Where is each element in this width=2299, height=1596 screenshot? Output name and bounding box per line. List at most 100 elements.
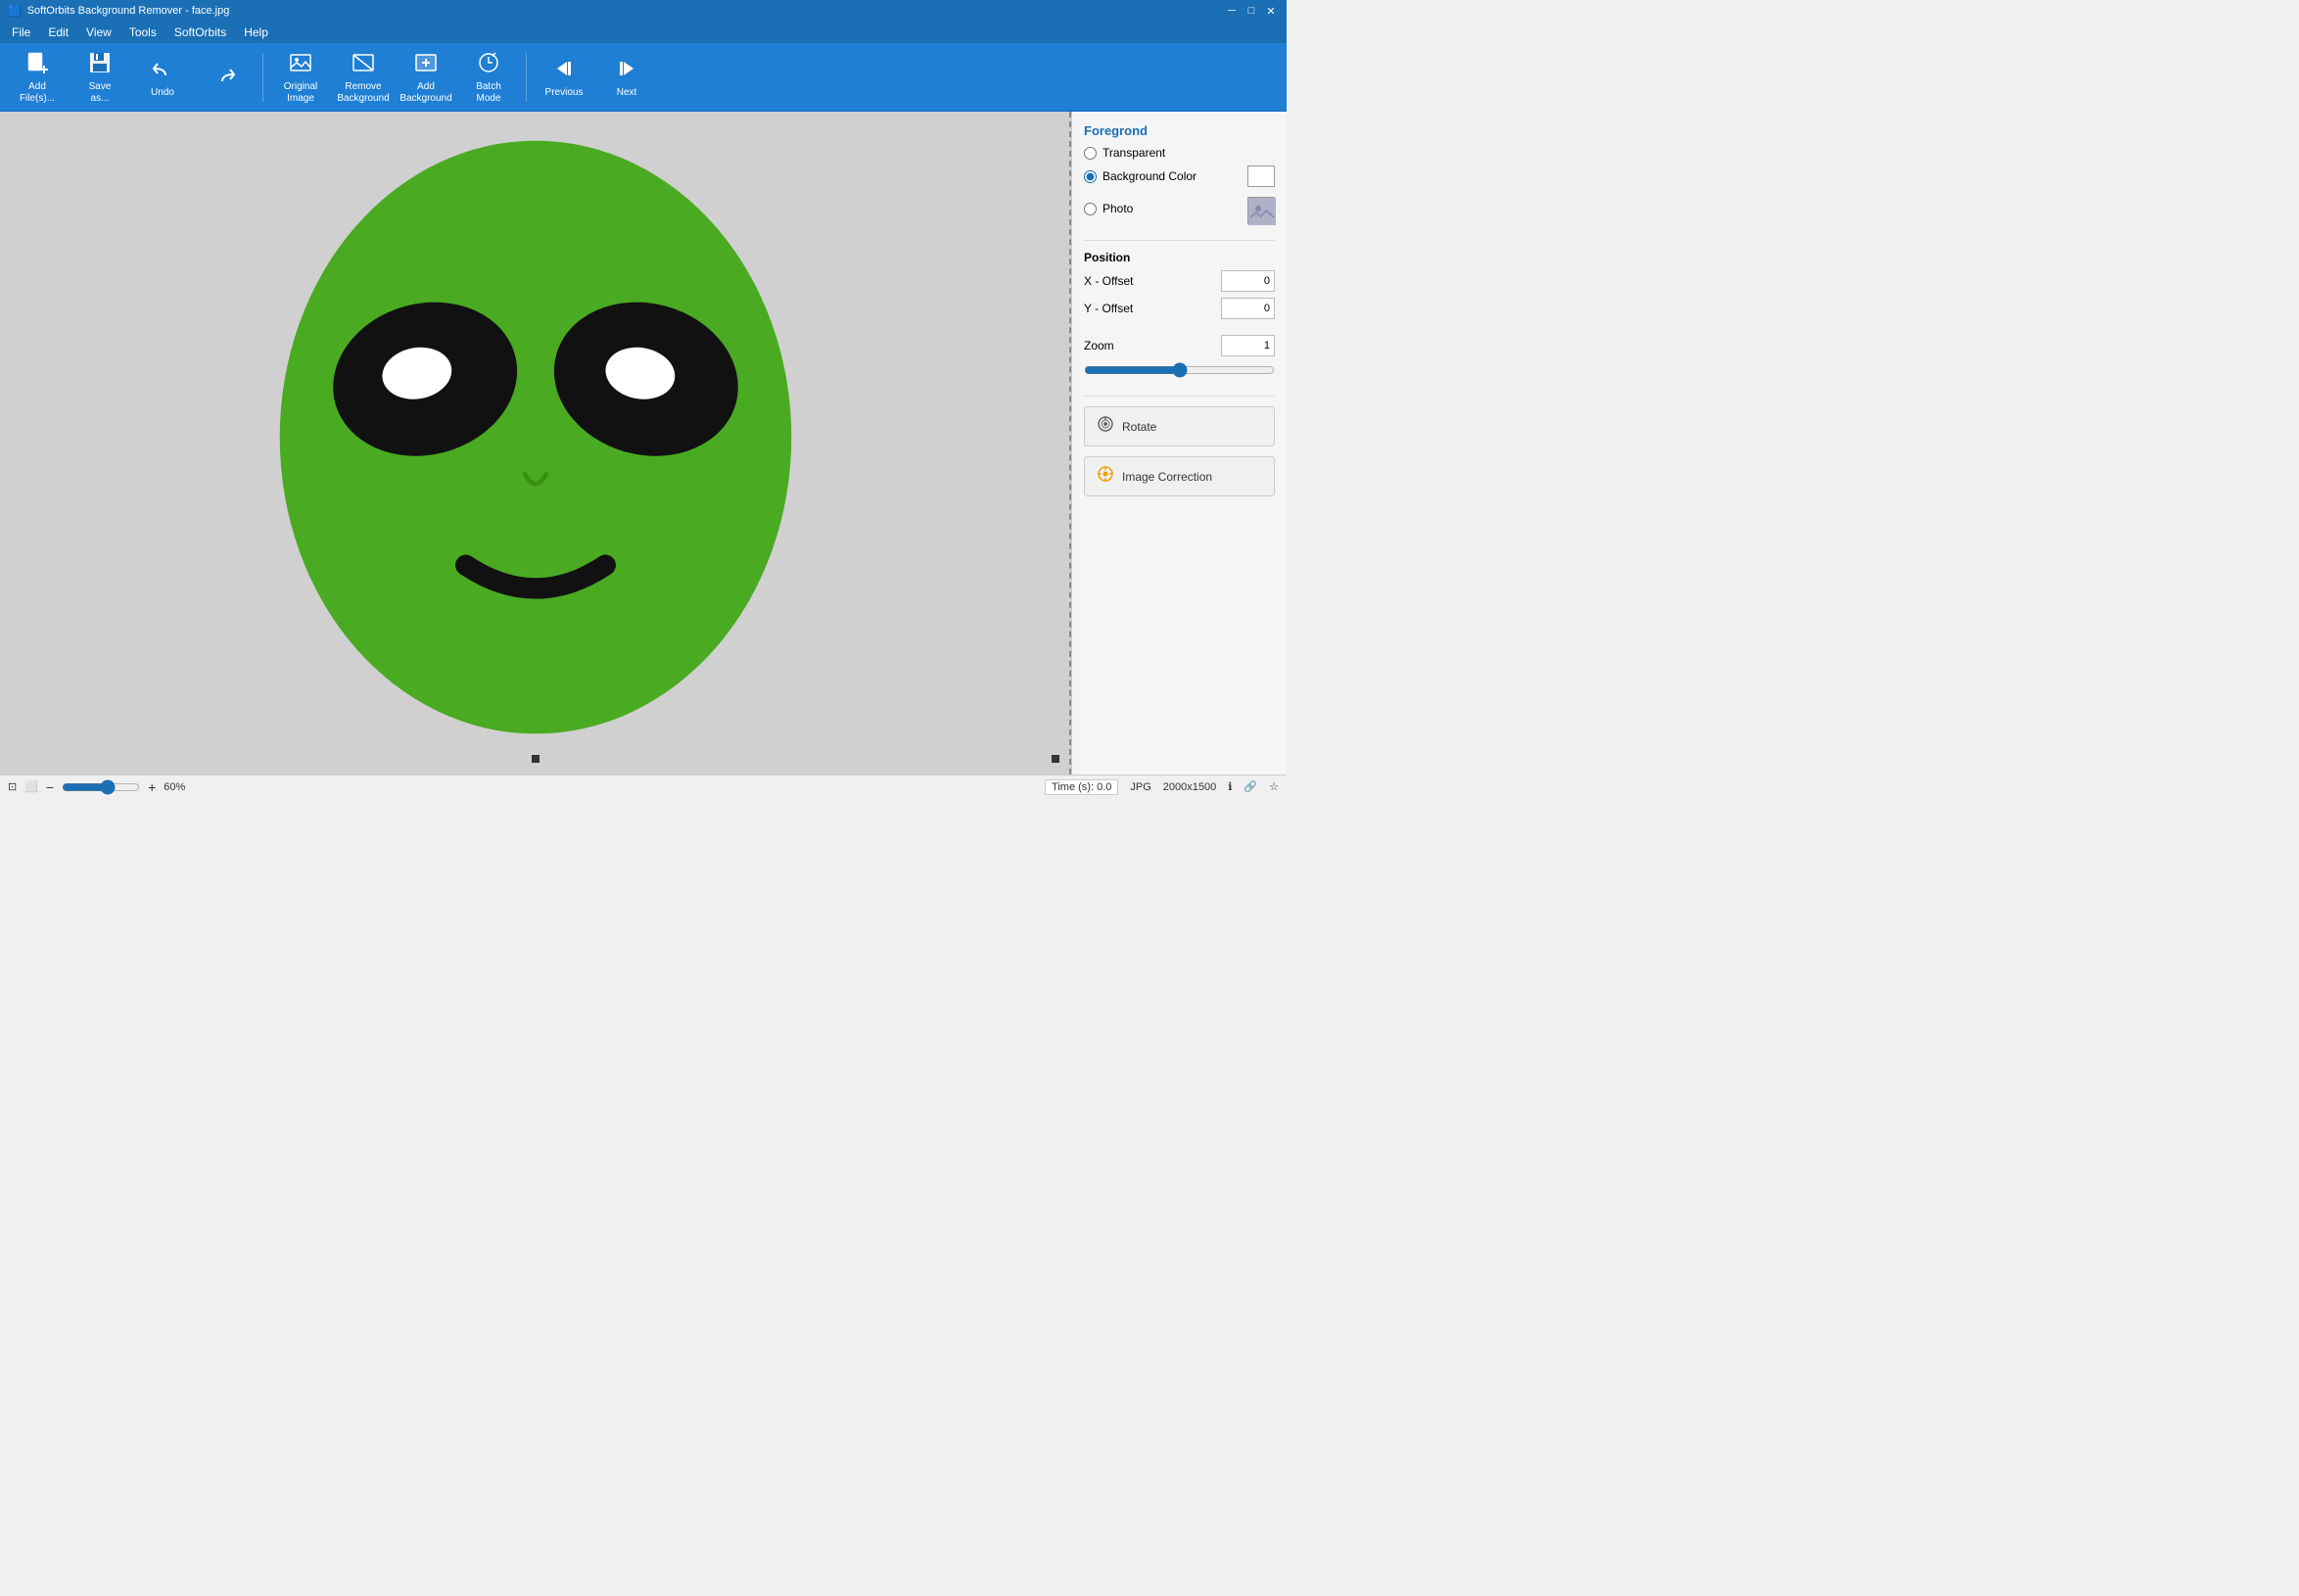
menu-softorbits[interactable]: SoftOrbits	[166, 23, 234, 41]
close-button[interactable]: ✕	[1263, 3, 1279, 19]
background-color-label: Background Color	[1103, 169, 1196, 183]
original-image-button[interactable]: OriginalImage	[271, 48, 330, 107]
y-offset-label: Y - Offset	[1084, 302, 1133, 315]
redo-button[interactable]	[196, 48, 255, 107]
save-icon	[87, 50, 113, 79]
toolbar: AddFile(s)... Saveas... Undo	[0, 43, 1287, 112]
menu-tools[interactable]: Tools	[121, 23, 164, 41]
statusbar-right: Time (s): 0.0 JPG 2000x1500 ℹ 🔗 ☆	[1045, 779, 1279, 795]
share-icon[interactable]: 🔗	[1243, 780, 1257, 793]
original-image-label: OriginalImage	[284, 81, 317, 105]
info-icon[interactable]: ℹ	[1228, 780, 1232, 793]
zoom-row: Zoom	[1084, 335, 1275, 356]
remove-background-label: RemoveBackground	[337, 81, 389, 105]
previous-label: Previous	[545, 87, 584, 99]
batch-mode-button[interactable]: BatchMode	[459, 48, 518, 107]
add-files-icon	[24, 50, 50, 79]
app-logo-icon: 🟦	[8, 5, 22, 18]
next-icon	[614, 56, 639, 85]
menu-edit[interactable]: Edit	[40, 23, 76, 41]
x-offset-label: X - Offset	[1084, 274, 1133, 288]
dimensions-display: 2000x1500	[1163, 781, 1216, 793]
save-as-label: Saveas...	[89, 81, 112, 105]
window-title: SoftOrbits Background Remover - face.jpg	[27, 5, 230, 17]
statusbar: ⊡ ⬜ − + 60% Time (s): 0.0 JPG 2000x1500 …	[0, 775, 1287, 798]
previous-button[interactable]: Previous	[535, 48, 593, 107]
remove-background-icon	[351, 50, 376, 79]
zoom-fit-icon[interactable]: ⊡	[8, 780, 17, 793]
zoom-label: Zoom	[1084, 339, 1114, 352]
minimize-button[interactable]: ─	[1224, 3, 1240, 19]
divider-1	[1084, 240, 1275, 241]
remove-background-button[interactable]: RemoveBackground	[334, 48, 393, 107]
x-offset-row: X - Offset	[1084, 270, 1275, 292]
undo-button[interactable]: Undo	[133, 48, 192, 107]
format-display: JPG	[1130, 781, 1150, 793]
separator-1	[262, 53, 263, 102]
color-preview[interactable]	[1247, 165, 1275, 187]
x-offset-input[interactable]	[1221, 270, 1275, 292]
zoom-slider-status[interactable]	[62, 779, 140, 795]
image-correction-label: Image Correction	[1122, 470, 1212, 484]
canvas-area[interactable]	[0, 112, 1071, 775]
next-label: Next	[617, 87, 637, 99]
save-as-button[interactable]: Saveas...	[70, 48, 129, 107]
background-color-row: Background Color	[1084, 165, 1275, 187]
photo-row: Photo	[1084, 193, 1275, 224]
zoom-in-icon[interactable]: +	[148, 779, 156, 795]
zoom-slider[interactable]	[1084, 362, 1275, 378]
batch-mode-label: BatchMode	[476, 81, 501, 105]
menubar: File Edit View Tools SoftOrbits Help	[0, 22, 1287, 43]
alien-image	[0, 112, 1071, 775]
rotate-label: Rotate	[1122, 420, 1156, 434]
bottom-handle[interactable]	[532, 755, 540, 763]
add-background-button[interactable]: AddBackground	[397, 48, 455, 107]
add-background-label: AddBackground	[399, 81, 451, 105]
undo-label: Undo	[151, 87, 174, 99]
position-title: Position	[1084, 251, 1275, 264]
y-offset-input[interactable]	[1221, 298, 1275, 319]
transparent-row: Transparent	[1084, 146, 1275, 160]
time-display: Time (s): 0.0	[1045, 779, 1118, 795]
maximize-button[interactable]: □	[1243, 3, 1259, 19]
add-files-label: AddFile(s)...	[20, 81, 55, 105]
zoom-input[interactable]	[1221, 335, 1275, 356]
zoom-out-icon[interactable]: −	[46, 779, 54, 795]
menu-view[interactable]: View	[78, 23, 119, 41]
menu-file[interactable]: File	[4, 23, 38, 41]
photo-radio[interactable]	[1084, 203, 1097, 215]
statusbar-left: ⊡ ⬜ − + 60%	[8, 779, 1037, 795]
batch-mode-icon	[476, 50, 501, 79]
foreground-section: Foregrond Transparent Background Color P…	[1084, 123, 1275, 230]
titlebar-title: 🟦 SoftOrbits Background Remover - face.j…	[8, 5, 229, 18]
star-icon[interactable]: ☆	[1269, 780, 1279, 793]
add-files-button[interactable]: AddFile(s)...	[8, 48, 67, 107]
transparent-label: Transparent	[1103, 146, 1165, 160]
undo-icon	[150, 56, 175, 85]
image-correction-icon	[1097, 465, 1114, 488]
transparent-radio[interactable]	[1084, 147, 1097, 160]
original-image-icon	[288, 50, 313, 79]
selection-icon[interactable]: ⬜	[24, 780, 38, 793]
zoom-slider-container	[1084, 362, 1275, 378]
rotate-button[interactable]: Rotate	[1084, 406, 1275, 446]
bottom-right-handle[interactable]	[1052, 755, 1059, 763]
right-panel: Foregrond Transparent Background Color P…	[1071, 112, 1287, 775]
zoom-section: Zoom	[1084, 335, 1275, 386]
add-background-icon	[413, 50, 439, 79]
foreground-title: Foregrond	[1084, 123, 1275, 138]
redo-icon	[212, 62, 238, 91]
main-area: Foregrond Transparent Background Color P…	[0, 112, 1287, 775]
position-section: Position X - Offset Y - Offset	[1084, 251, 1275, 325]
menu-help[interactable]: Help	[236, 23, 276, 41]
divider-2	[1084, 396, 1275, 397]
titlebar: 🟦 SoftOrbits Background Remover - face.j…	[0, 0, 1287, 22]
photo-preview[interactable]	[1247, 197, 1275, 224]
rotate-icon	[1097, 415, 1114, 438]
image-correction-button[interactable]: Image Correction	[1084, 456, 1275, 496]
next-button[interactable]: Next	[597, 48, 656, 107]
photo-label: Photo	[1103, 202, 1133, 215]
background-color-radio[interactable]	[1084, 170, 1097, 183]
titlebar-controls[interactable]: ─ □ ✕	[1224, 3, 1279, 19]
canvas-inner	[0, 112, 1071, 775]
